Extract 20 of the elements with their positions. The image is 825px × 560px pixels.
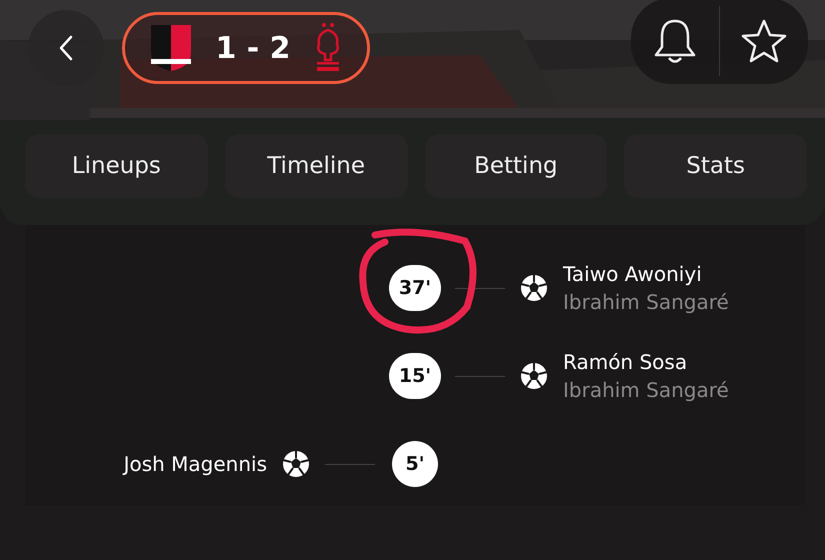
star-icon <box>740 18 788 64</box>
ball-icon <box>519 361 549 391</box>
tab[interactable]: Lineups <box>25 134 208 198</box>
tab[interactable]: Stats <box>624 134 807 198</box>
player-name: Josh Magennis <box>124 452 267 476</box>
bell-icon <box>652 17 698 65</box>
ball-icon <box>519 273 549 303</box>
minute-badge: 15' <box>388 353 442 399</box>
ball-icon <box>281 449 311 479</box>
player-name: Ramón Sosa <box>563 350 688 374</box>
shield-icon <box>149 23 194 73</box>
back-icon <box>59 35 73 61</box>
minute-badge: 37' <box>388 265 442 311</box>
tab[interactable]: Betting <box>424 134 608 198</box>
player-name: Taiwo Awoniyi <box>563 262 703 286</box>
minute-badge: 5' <box>392 441 438 487</box>
score: 1 - 2 <box>215 30 291 66</box>
assist-name: Ibrahim Sangaré <box>563 290 729 314</box>
assist-name: Ibrahim Sangaré <box>563 378 729 402</box>
tab[interactable]: Timeline <box>224 134 408 198</box>
